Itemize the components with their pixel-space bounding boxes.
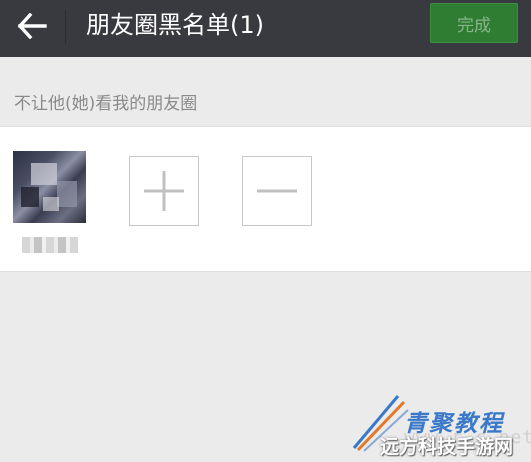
remove-member-button[interactable] bbox=[242, 156, 312, 226]
avatar-pixel bbox=[21, 187, 39, 207]
member-name-blurred bbox=[22, 237, 78, 253]
avatar-pixel bbox=[43, 197, 59, 211]
arrow-left-icon bbox=[17, 13, 47, 39]
member-panel bbox=[0, 126, 531, 272]
done-button[interactable]: 完成 bbox=[430, 3, 518, 43]
page-title: 朋友圈黑名单(1) bbox=[86, 11, 264, 39]
header-divider bbox=[65, 10, 66, 44]
minus-icon bbox=[257, 189, 297, 193]
avatar-pixel bbox=[31, 163, 57, 185]
avatar-pixel bbox=[57, 181, 77, 207]
section-label: 不让他(她)看我的朋友圈 bbox=[14, 94, 198, 114]
watermark-corner: 远方科技手游网 bbox=[380, 436, 514, 458]
add-member-button[interactable] bbox=[129, 156, 199, 226]
back-button[interactable] bbox=[12, 8, 52, 44]
member-avatar[interactable] bbox=[13, 151, 86, 223]
top-navigation-bar: 朋友圈黑名单(1) 完成 bbox=[0, 0, 531, 57]
plus-icon bbox=[144, 171, 184, 211]
